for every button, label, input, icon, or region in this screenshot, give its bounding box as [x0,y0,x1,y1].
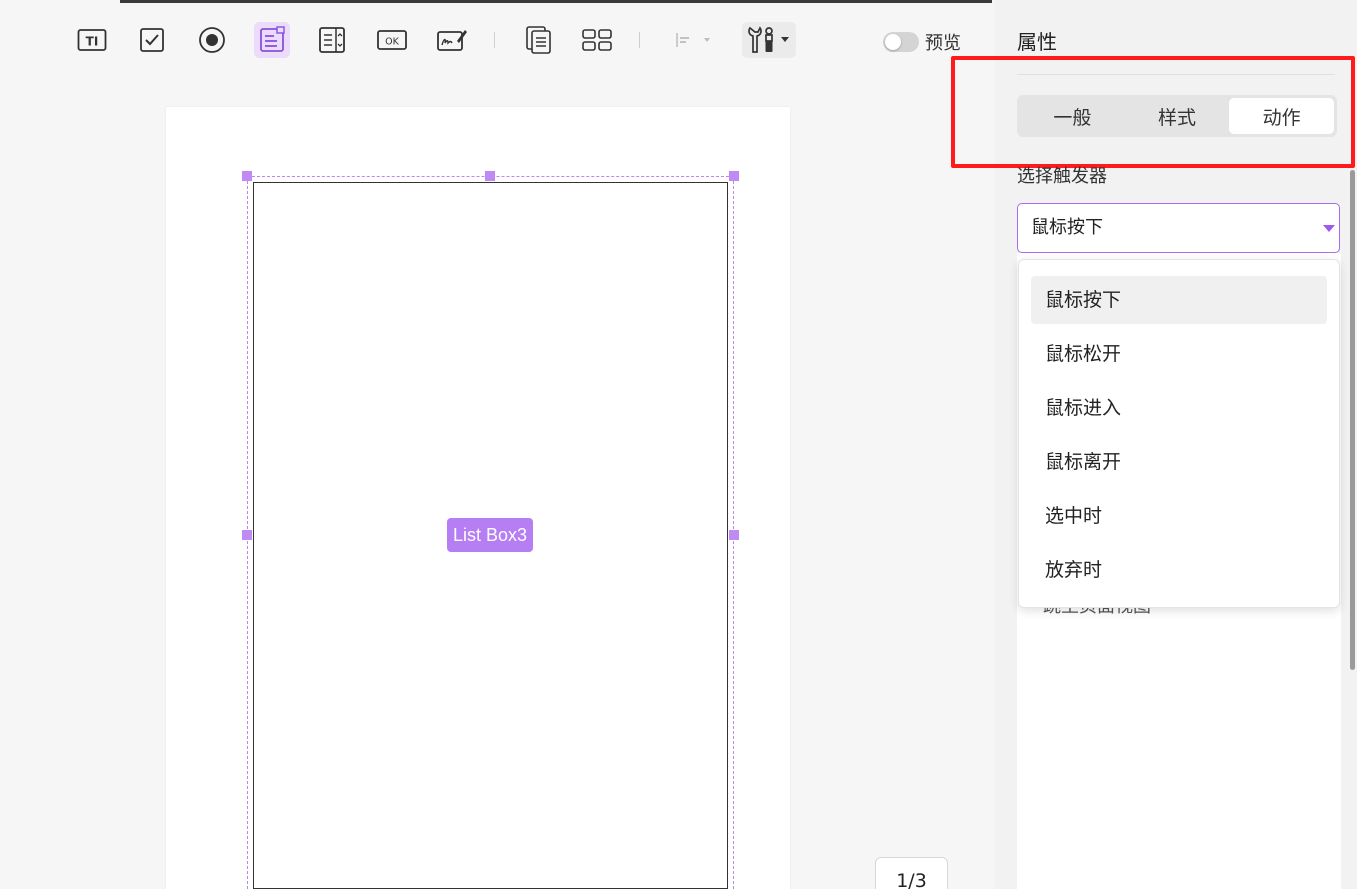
properties-tabs: 一般 样式 动作 [1017,95,1337,137]
preview-toggle[interactable]: 预览 [883,29,961,55]
resize-handle-top-right[interactable] [729,171,739,181]
trigger-option-mouse-enter[interactable]: 鼠标进入 [1031,384,1327,432]
panel-title: 属性 [1017,30,1057,54]
text-field-tool-icon[interactable]: TI [74,22,110,58]
page-indicator[interactable]: 1/3 [875,857,948,889]
resize-handle-left[interactable] [242,530,252,540]
trigger-label: 选择触发器 [1017,166,1107,187]
align-dropdown-icon[interactable] [672,22,716,58]
trigger-option-on-blur[interactable]: 放弃时 [1031,546,1327,594]
trigger-option-mouse-up[interactable]: 鼠标松开 [1031,330,1327,378]
tab-actions[interactable]: 动作 [1229,98,1335,134]
resize-handle-right[interactable] [729,530,739,540]
trigger-select[interactable]: 鼠标按下 [1017,203,1340,253]
form-toolbar: TI OK 预览 [0,0,995,80]
trigger-option-mouse-down[interactable]: 鼠标按下 [1031,276,1327,324]
combo-box-tool-icon[interactable] [314,22,350,58]
radio-button-tool-icon[interactable] [194,22,230,58]
toolbar-separator [494,32,495,48]
chevron-down-icon [1323,225,1335,232]
svg-text:OK: OK [385,37,399,48]
field-name-tag[interactable]: List Box3 [447,518,534,552]
checkbox-tool-icon[interactable] [134,22,170,58]
panel-scrollbar[interactable] [1350,170,1355,670]
preview-switch[interactable] [883,32,919,52]
preview-label: 预览 [925,33,961,54]
duplicate-pages-icon[interactable] [520,22,556,58]
signature-tool-icon[interactable] [434,22,470,58]
list-box-tool-icon[interactable] [254,22,290,58]
tools-menu-icon[interactable] [742,22,796,58]
toolbar-separator [639,32,640,48]
button-tool-icon[interactable]: OK [374,22,410,58]
trigger-dropdown-menu: 鼠标按下 鼠标松开 鼠标进入 鼠标离开 选中时 放弃时 [1018,259,1340,608]
tab-style[interactable]: 样式 [1125,98,1230,134]
trigger-option-mouse-exit[interactable]: 鼠标离开 [1031,438,1327,486]
grid-layout-icon[interactable] [579,22,615,58]
tab-general[interactable]: 一般 [1020,98,1125,134]
trigger-option-on-focus[interactable]: 选中时 [1031,492,1327,540]
panel-divider [1017,74,1335,75]
svg-text:TI: TI [86,35,99,49]
trigger-select-value: 鼠标按下 [1031,217,1103,238]
resize-handle-top-left[interactable] [242,171,252,181]
document-page[interactable]: List Box3 [166,107,790,889]
resize-handle-top[interactable] [485,171,495,181]
